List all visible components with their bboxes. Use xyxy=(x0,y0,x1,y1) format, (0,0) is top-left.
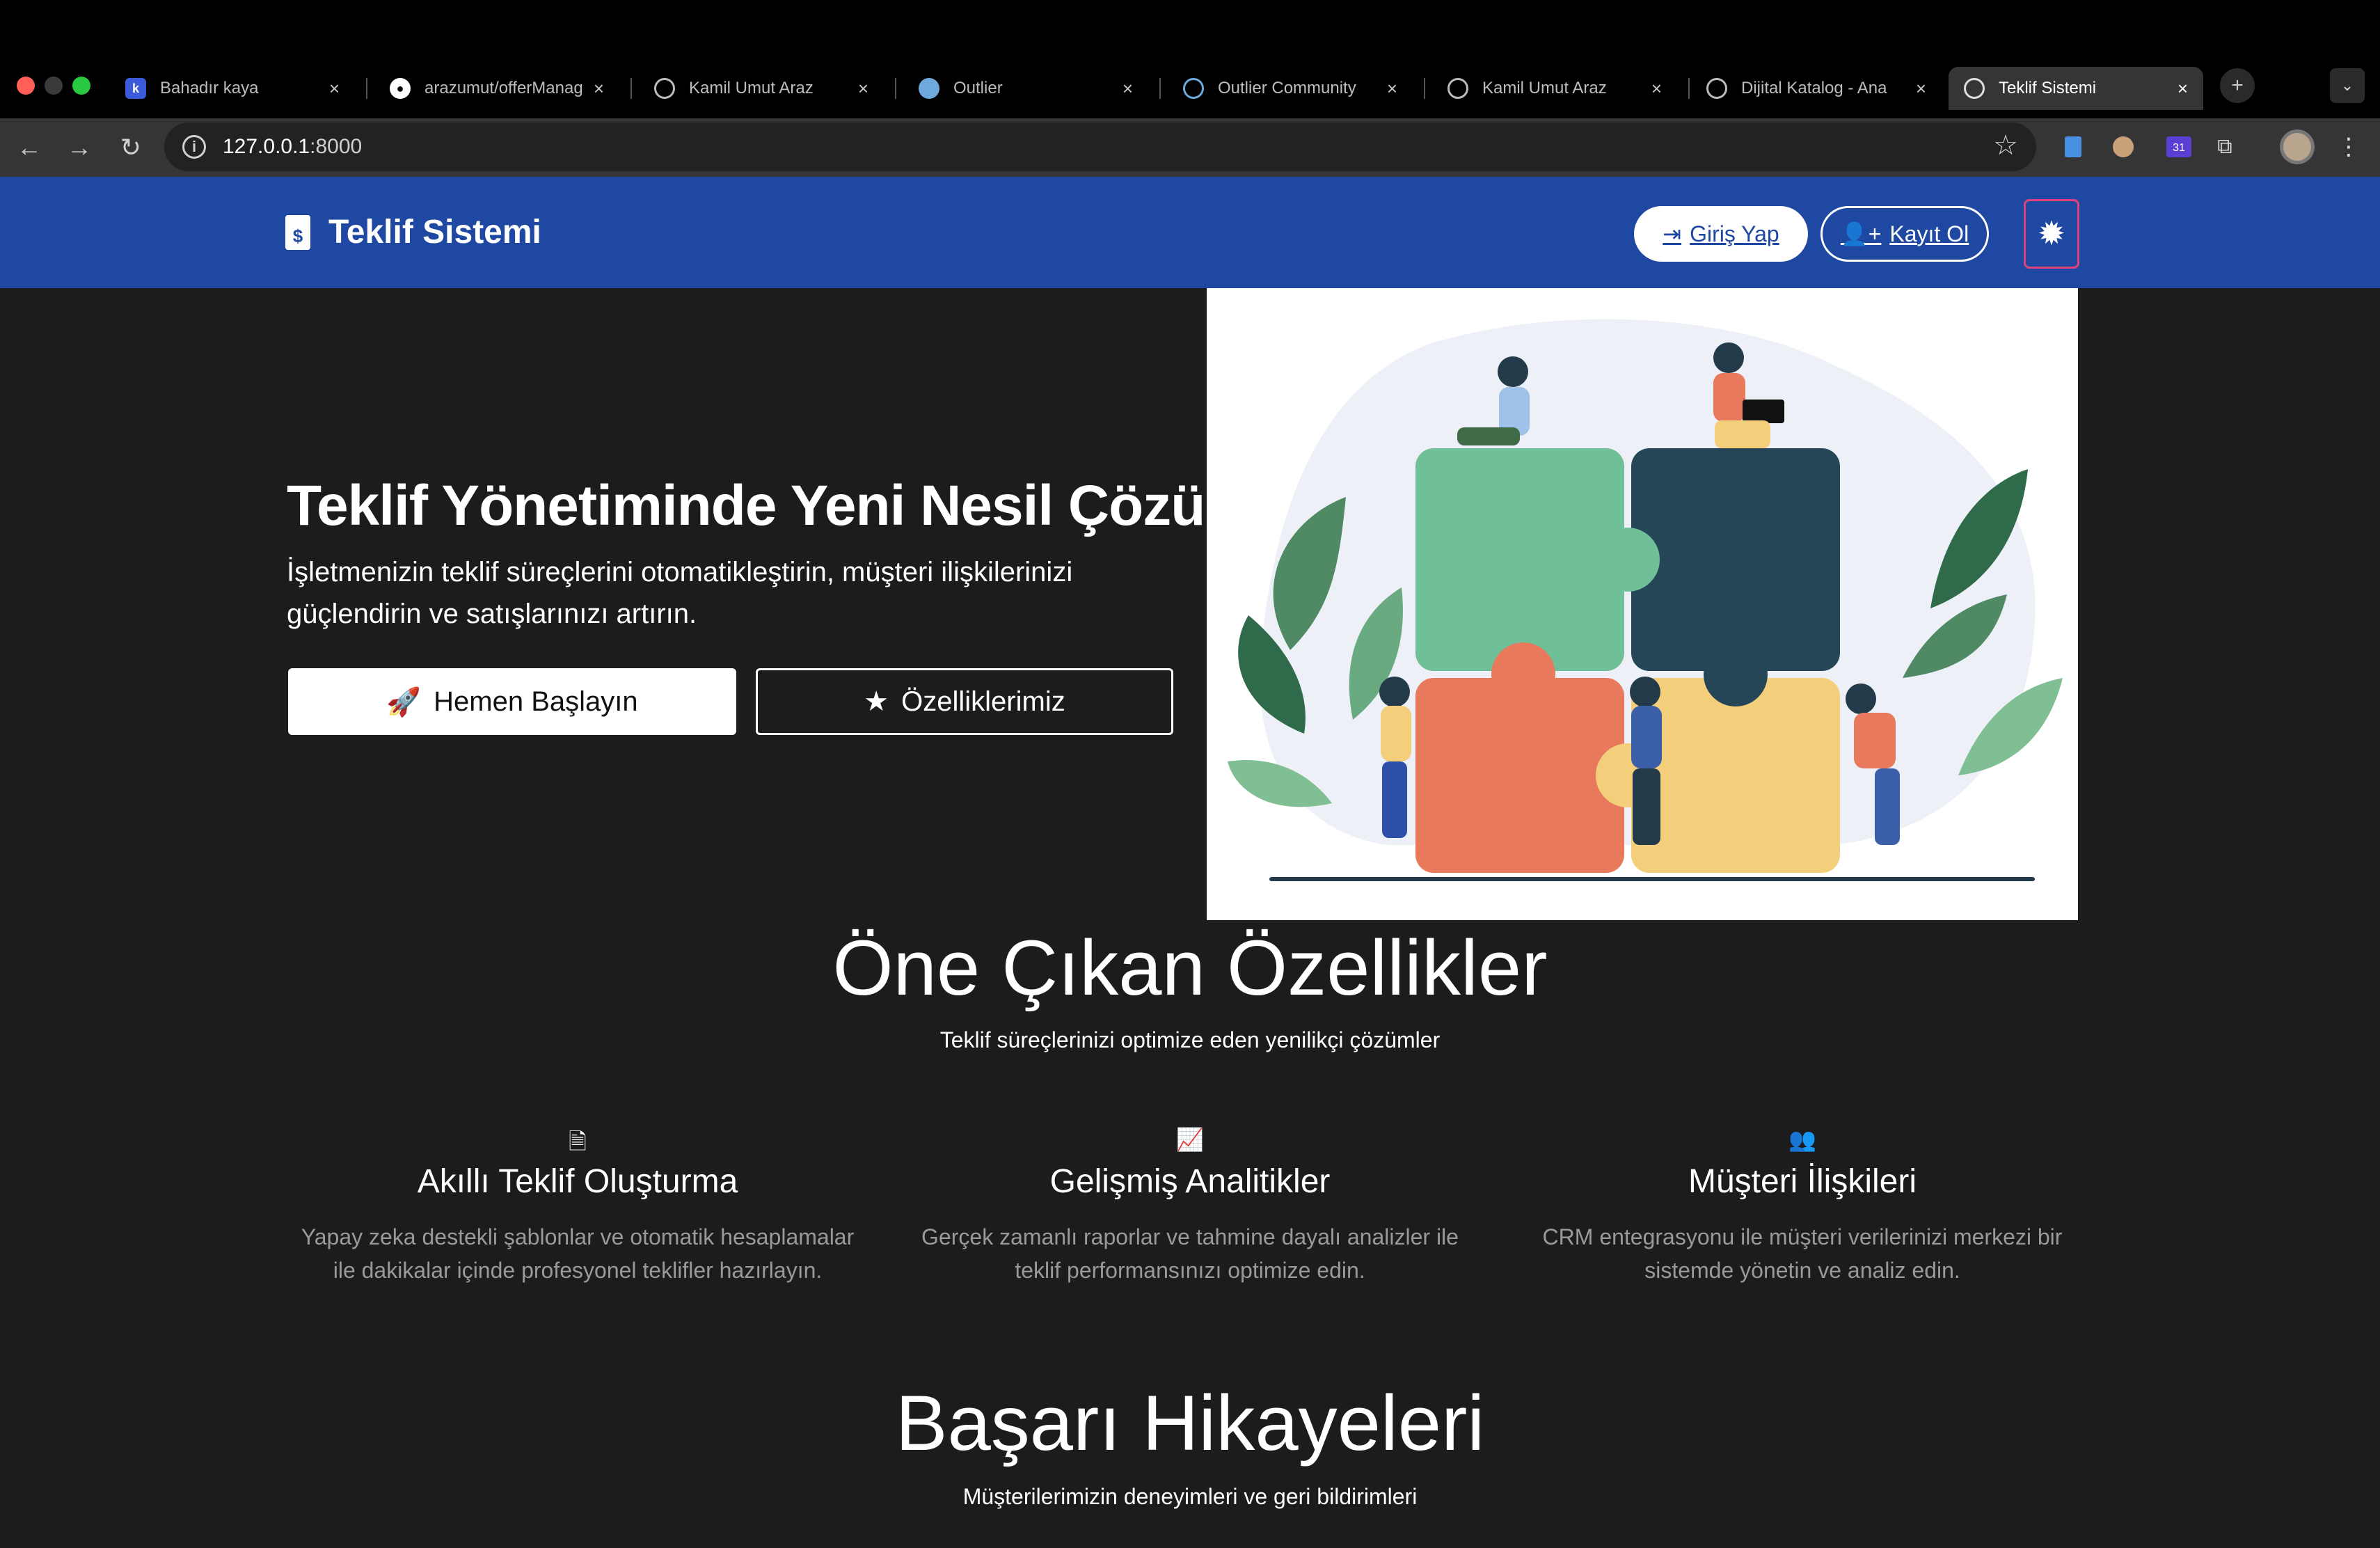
address-bar[interactable]: i 127.0.0.1:8000 ☆ xyxy=(164,123,2036,171)
forward-button[interactable]: → xyxy=(63,131,96,164)
os-menu-area xyxy=(0,0,2380,58)
browser-tab[interactable]: Outlier × xyxy=(903,67,1148,110)
close-tab-icon[interactable]: × xyxy=(594,78,604,100)
outlier-community-icon xyxy=(1183,78,1204,99)
browser-tab[interactable]: Dijital Katalog - Ana × xyxy=(1691,67,1942,110)
tab-separator xyxy=(366,78,367,99)
features-button[interactable]: ★ Özelliklerimiz xyxy=(756,668,1173,735)
sign-in-icon: ⇥ xyxy=(1663,221,1682,246)
tab-separator xyxy=(1424,78,1425,99)
feature-card: 🗎 Akıllı Teklif Oluşturma Yapay zeka des… xyxy=(292,1126,863,1287)
tab-label: Teklif Sistemi xyxy=(1999,79,2097,97)
star-icon: ★ xyxy=(864,686,889,717)
feature-title: Müşteri İlişkileri xyxy=(1688,1163,1917,1200)
stories-subtitle: Müşterilerimizin deneyimleri ve geri bil… xyxy=(962,1484,1418,1509)
features-title: Öne Çıkan Özellikler xyxy=(832,924,1548,1011)
docs-extension-icon[interactable] xyxy=(2056,129,2091,164)
rocket-icon: 🚀 xyxy=(386,686,422,718)
tab-label: arazumut/offerManag xyxy=(425,79,583,97)
feature-card: 📈 Gelişmiş Analitikler Gerçek zamanlı ra… xyxy=(905,1126,1475,1287)
login-button[interactable]: ⇥ Giriş Yap xyxy=(1634,206,1808,262)
tab-separator xyxy=(630,78,632,99)
calendar-extension-icon[interactable]: 31 xyxy=(2161,129,2196,164)
profile-avatar[interactable] xyxy=(2280,129,2315,164)
site-info-icon[interactable]: i xyxy=(182,135,206,159)
tab-label: Outlier Community xyxy=(1218,79,1356,97)
users-icon: 👥 xyxy=(1788,1127,1816,1152)
calendar-badge: 31 xyxy=(2166,136,2191,157)
features-label: Özelliklerimiz xyxy=(901,686,1065,717)
tab-separator xyxy=(1159,78,1161,99)
globe-icon xyxy=(654,78,675,99)
puzzle-teamwork-illustration xyxy=(1228,319,2063,881)
browser-tab[interactable]: Kamil Umut Araz × xyxy=(639,67,884,110)
back-button[interactable]: ← xyxy=(13,131,46,164)
tab-label: Kamil Umut Araz xyxy=(1482,79,1607,97)
globe-icon xyxy=(1447,78,1468,99)
browser-tab[interactable]: Kamil Umut Araz × xyxy=(1432,67,1677,110)
sun-icon: ✹ xyxy=(2037,216,2066,253)
url-text: 127.0.0.1:8000 xyxy=(223,135,362,159)
invoice-icon: 🗎 xyxy=(569,1129,587,1154)
hero-illustration xyxy=(1207,288,2078,920)
feature-desc: CRM entegrasyonu ile müşteri verileriniz… xyxy=(1542,1224,2063,1283)
browser-tab[interactable]: k Bahadır kaya × xyxy=(110,67,355,110)
close-tab-icon[interactable]: × xyxy=(2177,78,2188,100)
feature-card: 👥 Müşteri İlişkileri CRM entegrasyonu il… xyxy=(1517,1126,2088,1287)
tab-label: Kamil Umut Araz xyxy=(689,79,814,97)
close-tab-icon[interactable]: × xyxy=(858,78,868,100)
features-subtitle: Teklif süreçlerinizi optimize eden yenil… xyxy=(939,1027,1441,1052)
feature-title: Gelişmiş Analitikler xyxy=(1049,1163,1331,1200)
tab-label: Outlier xyxy=(953,79,1003,97)
extensions-puzzle-icon[interactable]: ⧉ xyxy=(2207,129,2242,164)
hero-title: Teklif Yönetiminde Yeni Nesil Çözüm xyxy=(287,474,1255,537)
tab-separator xyxy=(895,78,896,99)
feature-desc: Yapay zeka destekli şablonlar ve otomati… xyxy=(301,1224,855,1283)
close-tab-icon[interactable]: × xyxy=(1122,78,1133,100)
minimize-window-button[interactable] xyxy=(45,77,63,95)
maximize-window-button[interactable] xyxy=(72,77,90,95)
reload-button[interactable]: ↻ xyxy=(114,131,148,164)
tab-label: Dijital Katalog - Ana xyxy=(1741,79,1887,97)
close-tab-icon[interactable]: × xyxy=(1916,78,1926,100)
url-port: :8000 xyxy=(310,135,363,158)
chart-line-icon: 📈 xyxy=(1176,1127,1204,1152)
github-icon: ● xyxy=(390,78,411,99)
browser-menu-icon[interactable]: ⋮ xyxy=(2331,129,2366,164)
outlier-icon xyxy=(919,78,939,99)
browser-tab[interactable]: ● arazumut/offerManag × xyxy=(374,67,619,110)
browser-tab-active[interactable]: Teklif Sistemi × xyxy=(1949,67,2203,110)
tab-search-button[interactable]: ⌄ xyxy=(2330,68,2365,103)
hero-subtitle: İşletmenizin teklif süreçlerini otomatik… xyxy=(287,557,1073,629)
close-window-button[interactable] xyxy=(17,77,35,95)
theme-toggle-button[interactable]: ✹ xyxy=(2024,199,2079,269)
new-tab-button[interactable]: + xyxy=(2220,68,2255,103)
login-label: Giriş Yap xyxy=(1690,221,1779,246)
close-tab-icon[interactable]: × xyxy=(329,78,340,100)
register-button[interactable]: 👤+ Kayıt Ol xyxy=(1820,206,1989,262)
url-host: 127.0.0.1 xyxy=(223,135,310,158)
tab-separator xyxy=(1688,78,1690,99)
tab-label: Bahadır kaya xyxy=(160,79,259,97)
close-tab-icon[interactable]: × xyxy=(1651,78,1662,100)
browser-tab[interactable]: Outlier Community × xyxy=(1168,67,1413,110)
get-started-button[interactable]: 🚀 Hemen Başlayın xyxy=(288,668,736,735)
user-plus-icon: 👤+ xyxy=(1840,221,1882,246)
register-label: Kayıt Ol xyxy=(1889,221,1969,246)
invoice-doc-icon: $ xyxy=(285,214,310,250)
avatar-extension-icon[interactable] xyxy=(2106,129,2141,164)
brand-link[interactable]: $ Teklif Sistemi xyxy=(285,213,541,251)
k-letter-icon: k xyxy=(125,78,146,99)
bookmark-star-icon[interactable]: ☆ xyxy=(1993,129,2018,161)
brand-name: Teklif Sistemi xyxy=(328,214,541,251)
stories-title: Başarı Hikayeleri xyxy=(895,1380,1485,1467)
feature-desc: Gerçek zamanlı raporlar ve tahmine dayal… xyxy=(921,1224,1459,1283)
feature-title: Akıllı Teklif Oluşturma xyxy=(417,1163,738,1200)
get-started-label: Hemen Başlayın xyxy=(434,686,638,717)
close-tab-icon[interactable]: × xyxy=(1387,78,1397,100)
globe-icon xyxy=(1964,78,1985,99)
globe-icon xyxy=(1706,78,1727,99)
